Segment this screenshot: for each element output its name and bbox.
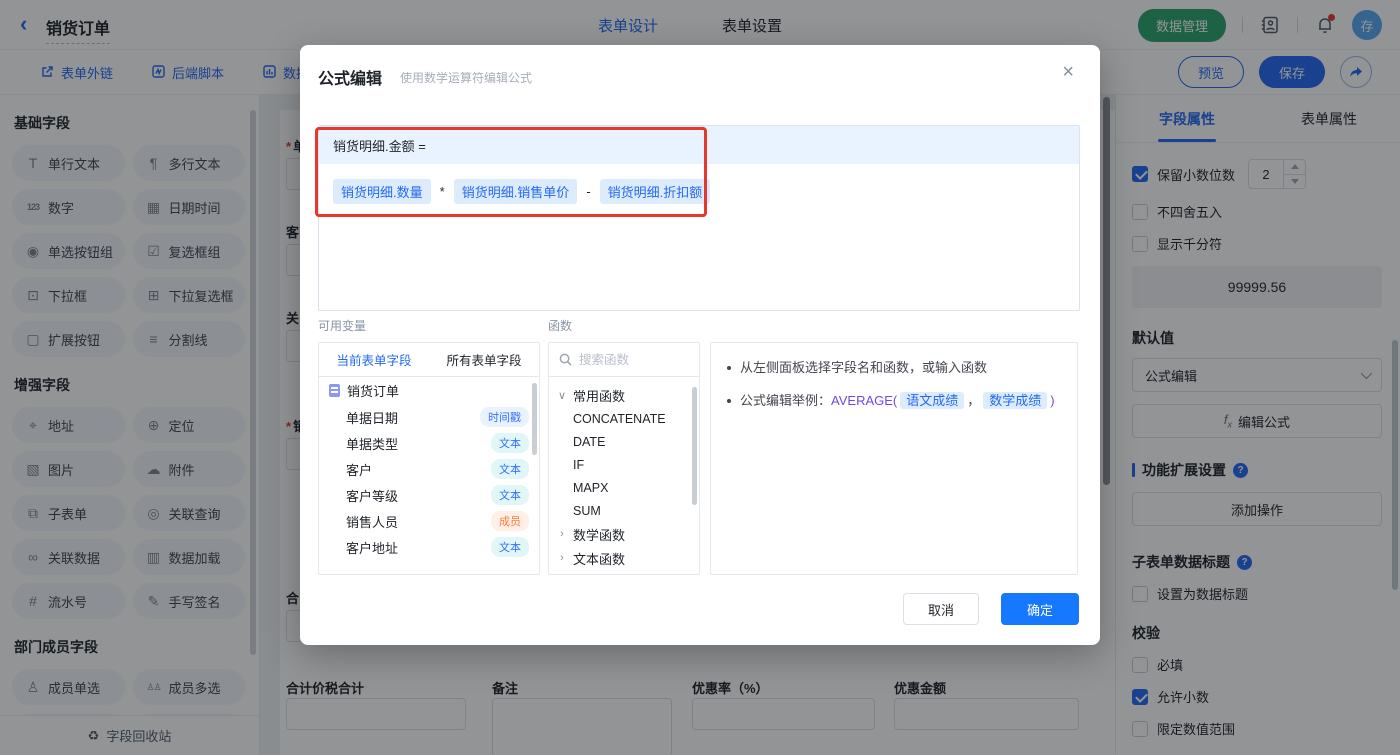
variable-name: 单据类型: [346, 436, 399, 452]
cancel-button[interactable]: 取消: [903, 593, 979, 625]
functions-panel: ∨ 常用函数 CONCATENATEDATEIFMAPXSUM › 数学函数 › 文本函数: [548, 342, 700, 575]
example-field-chip: 语文成绩: [900, 392, 965, 409]
variable-name: 单据日期: [346, 410, 399, 426]
variable-name: 销售人员: [346, 514, 399, 530]
variable-type-badge: 成员: [491, 511, 529, 531]
variable-name: 客户等级: [346, 488, 399, 504]
variables-scrollbar[interactable]: [532, 383, 537, 455]
variables-label: 可用变量: [318, 319, 367, 333]
function-item[interactable]: IF: [549, 453, 699, 476]
variables-panel: 当前表单字段 所有表单字段 销货订单 单据日期 时间戳 单据类型 文本 客户 文本 客户等级…: [318, 342, 540, 575]
variable-name: 客户地址: [346, 540, 399, 556]
variables-root-node[interactable]: 销货订单: [319, 377, 539, 404]
search-icon: [559, 353, 572, 366]
caret-right-icon: ›: [560, 552, 564, 564]
variable-type-badge: 文本: [491, 459, 529, 479]
modal-subtitle: 使用数学运算符编辑公式: [400, 71, 533, 85]
close-icon[interactable]: ×: [1062, 61, 1074, 84]
form-doc-icon: [329, 384, 340, 397]
variable-type-badge: 时间戳: [480, 407, 529, 427]
variable-row[interactable]: 销售人员 成员: [319, 508, 539, 534]
modal-title: 公式编辑: [318, 71, 383, 88]
function-search[interactable]: [549, 343, 699, 377]
example-field-chip: 数学成绩: [983, 392, 1048, 409]
functions-scrollbar[interactable]: [692, 387, 697, 505]
variable-row[interactable]: 客户等级 文本: [319, 482, 539, 508]
variable-type-badge: 文本: [491, 537, 529, 557]
function-search-input[interactable]: [579, 352, 679, 367]
tip-line-1: 从左侧面板选择字段名和函数，或输入函数: [727, 358, 1061, 378]
function-group[interactable]: ∨ 常用函数: [549, 383, 699, 407]
variable-type-badge: 文本: [491, 485, 529, 505]
function-group-label: 常用函数: [573, 388, 626, 404]
formula-target: 销货明细.金额 =: [319, 126, 1079, 164]
app-root: ‹ 销货订单 表单设计 表单设置 数据管理 存 表单外链 后端脚本 预览 保存 …: [0, 0, 1400, 755]
function-item[interactable]: MAPX: [549, 476, 699, 499]
function-item[interactable]: CONCATENATE: [549, 407, 699, 430]
variable-row[interactable]: 客户地址 文本: [319, 534, 539, 560]
function-item[interactable]: SUM: [549, 499, 699, 522]
tab-current-form-fields[interactable]: 当前表单字段: [319, 343, 429, 376]
formula-editor[interactable]: 销货明细.金额 = 销货明细.数量 * 销货明细.销售单价 - 销货明细.折扣额: [318, 125, 1080, 311]
formula-expression[interactable]: 销货明细.数量 * 销货明细.销售单价 - 销货明细.折扣额: [319, 164, 1079, 219]
tip-line-2: 公式编辑举例：AVERAGE(语文成绩，数学成绩): [727, 391, 1061, 411]
formula-field-chip[interactable]: 销货明细.数量: [333, 179, 431, 204]
formula-tips-panel: 从左侧面板选择字段名和函数，或输入函数 公式编辑举例：AVERAGE(语文成绩，…: [710, 342, 1078, 575]
formula-field-chip[interactable]: 销货明细.销售单价: [453, 179, 578, 204]
confirm-button[interactable]: 确定: [1001, 593, 1079, 625]
function-group[interactable]: › 文本函数: [549, 546, 699, 570]
function-group[interactable]: › 数学函数: [549, 522, 699, 546]
caret-down-icon: ∨: [557, 389, 567, 402]
formula-field-chip[interactable]: 销货明细.折扣额: [599, 179, 711, 204]
formula-operator: -: [586, 184, 591, 199]
variable-row[interactable]: 客户 文本: [319, 456, 539, 482]
functions-label: 函数: [548, 319, 573, 333]
variable-type-badge: 文本: [491, 433, 529, 453]
function-group-label: 数学函数: [573, 527, 626, 543]
variable-row[interactable]: 单据类型 文本: [319, 430, 539, 456]
caret-right-icon: ›: [560, 528, 564, 540]
variable-row[interactable]: 单据日期 时间戳: [319, 404, 539, 430]
tab-all-form-fields[interactable]: 所有表单字段: [429, 343, 539, 376]
formula-operator: *: [439, 184, 445, 199]
function-item[interactable]: DATE: [549, 430, 699, 453]
function-group-label: 文本函数: [573, 551, 626, 567]
formula-editor-modal: 公式编辑 使用数学运算符编辑公式 × 销货明细.金额 = 销货明细.数量 * 销货明…: [300, 45, 1100, 645]
example-function-name: AVERAGE(: [831, 393, 898, 408]
variable-name: 客户: [346, 462, 373, 478]
